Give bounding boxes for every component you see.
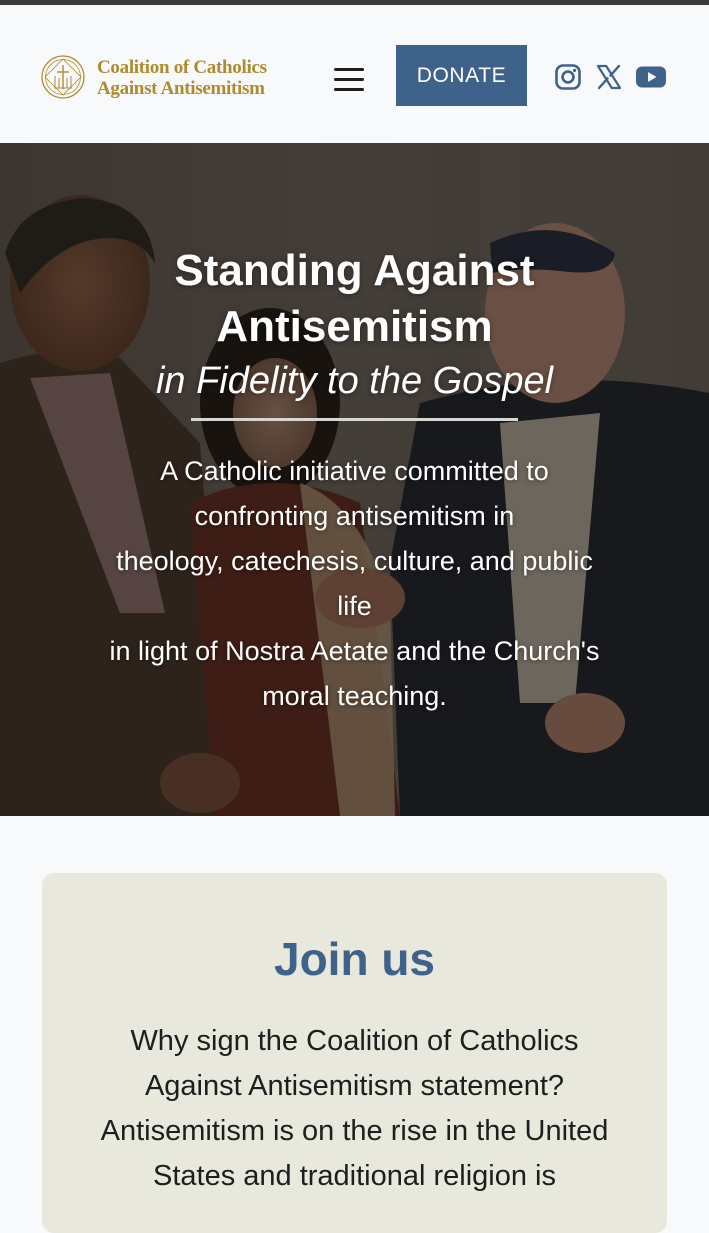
join-us-text-line: Against Antisemitism statement? [144,1070,565,1102]
join-us-card: Join us Why sign the Coalition of Cathol… [42,873,667,1233]
logo-emblem-icon [41,55,85,99]
join-us-text: Why sign the Coalition of Catholics Agai… [72,1019,637,1199]
youtube-icon[interactable] [635,63,667,91]
hero-description-line: moral teaching. [262,681,447,711]
hero-description-line: life [337,591,372,621]
hero-description-line: A Catholic initiative committed to [160,456,549,486]
logo-line-2: Against Antisemitism [97,78,265,99]
hero-description: A Catholic initiative committed to confr… [62,449,647,719]
hero-description-line: in light of Nostra Aetate and the Church… [109,636,600,666]
hero-description-line: confronting antisemitism in [194,501,515,531]
hero-divider [191,418,518,421]
x-icon[interactable] [595,63,623,91]
site-logo[interactable]: Coalition of Catholics Against Antisemit… [40,54,310,102]
join-us-text-line: Antisemitism is on the rise in the Unite… [100,1115,609,1147]
join-us-title: Join us [273,933,436,985]
logo-line-1: Coalition of Catholics [97,57,267,78]
hero-title: Standing Against Antisemitism [174,246,535,351]
logo-wordmark: Coalition of Catholics Against Antisemit… [97,57,267,99]
join-us-text-line: Why sign the Coalition of Catholics [130,1025,579,1057]
join-us-text-line: States and traditional religion is [152,1160,556,1192]
hero-section: Standing Against Antisemitism in Fidelit… [0,143,709,816]
site-header: Coalition of Catholics Against Antisemit… [0,5,709,143]
instagram-icon[interactable] [554,63,582,91]
donate-button[interactable]: DONATE [396,45,527,106]
hero-description-line: theology, catechesis, culture, and publi… [116,546,593,576]
hero-subtitle: in Fidelity to the Gospel [155,360,554,402]
hamburger-menu-icon[interactable] [332,63,366,95]
